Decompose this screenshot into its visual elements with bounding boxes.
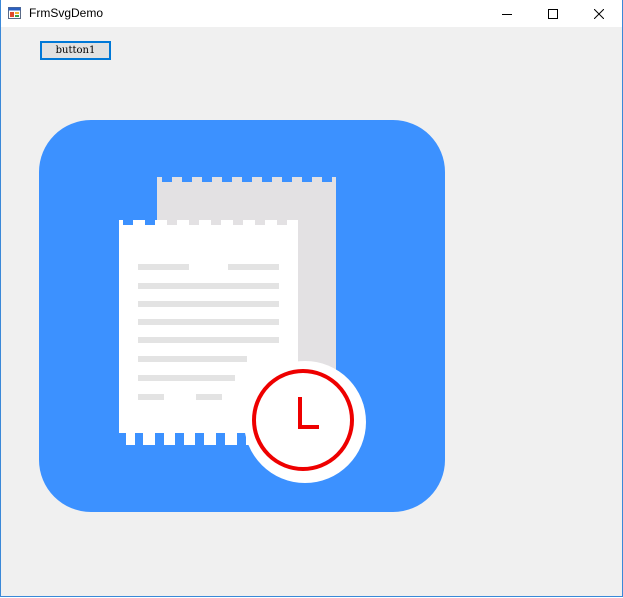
title-bar[interactable]: FrmSvgDemo	[1, 0, 622, 27]
close-icon	[594, 8, 604, 19]
receipt-clock-icon	[39, 120, 445, 512]
window-title: FrmSvgDemo	[29, 6, 104, 20]
maximize-button[interactable]	[530, 0, 576, 27]
form-client-area: button1	[1, 27, 622, 596]
clock-ring	[252, 369, 354, 471]
close-button[interactable]	[576, 0, 622, 27]
minimize-button[interactable]	[484, 0, 530, 27]
minimize-icon	[502, 13, 512, 15]
app-window: FrmSvgDemo button1	[0, 0, 623, 597]
maximize-icon	[548, 8, 558, 19]
button1[interactable]: button1	[40, 41, 111, 60]
app-icon	[8, 7, 21, 19]
